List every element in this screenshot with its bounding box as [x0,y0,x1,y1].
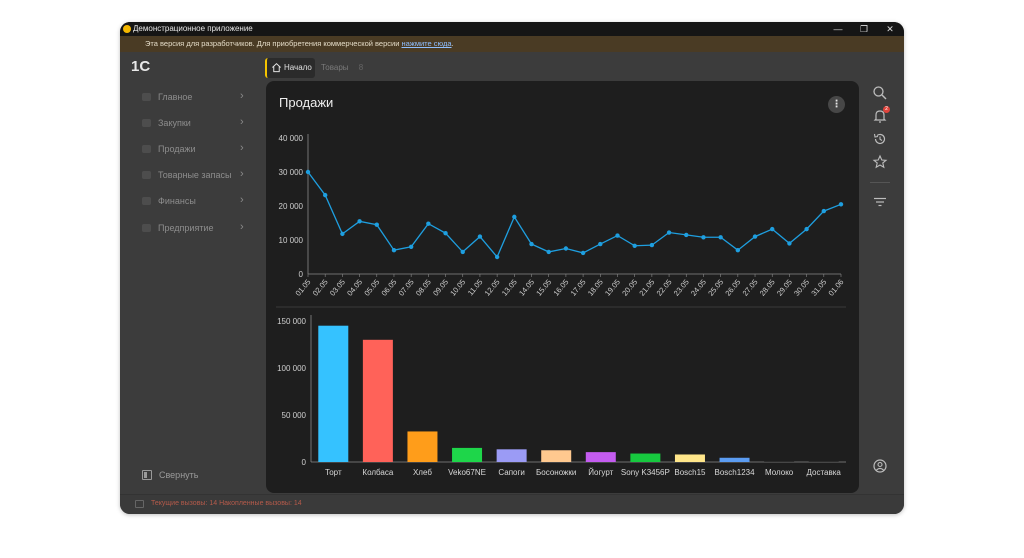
chevron-right-icon: › [240,116,244,128]
sidebar-item-label: Предприятие [158,223,214,233]
x-tick-label: Доставка [807,468,842,477]
sidebar-item-finance[interactable]: Финансы › [142,193,252,209]
tab-goods-label: Товары [321,63,349,72]
x-tick-label: Босоножки [536,468,576,477]
sidebar-item-main[interactable]: Главное › [142,89,252,105]
bar [630,453,661,462]
section-icon [142,145,151,153]
sidebar-item-label: Закупки [158,118,191,128]
sidebar-item-label: Главное [158,92,193,102]
x-tick-label: Хлеб [413,468,432,477]
x-tick-label: Veko67NE [448,468,486,477]
sidebar-item-sales[interactable]: Продажи › [142,141,252,157]
sidebar-item-enterprise[interactable]: Предприятие › [142,220,252,236]
tab-goods[interactable]: Товары 8 [320,58,363,78]
bar [362,339,393,462]
minimize-button[interactable]: — [826,22,850,36]
sidebar-item-inventory[interactable]: Товарные запасы › [142,167,252,183]
y-tick-label: 100 000 [277,364,306,373]
status-text: Текущие вызовы: 14 Накопленные вызовы: 1… [151,500,302,507]
app-window: Демонстрационное приложение — ❐ ✕ Эта ве… [120,22,904,514]
user-icon[interactable] [872,458,888,474]
logo-text: 1С [131,58,150,74]
sales-panel: Продажи ⋮ 40 000 30 000 20 000 10 000 0 01.05… [266,81,859,493]
bar [764,461,795,462]
collapse-label: Свернуть [159,470,199,480]
toolbar-divider [870,182,890,183]
chevron-right-icon: › [240,142,244,154]
section-icon [142,224,151,232]
section-icon [142,197,151,205]
x-tick-label: Bosch1234 [715,468,756,477]
close-button[interactable]: ✕ [878,22,902,36]
bar [452,447,483,462]
notification-badge: 2 [883,106,890,113]
section-icon [142,119,151,127]
star-icon[interactable] [872,154,888,170]
developer-notice-text: Эта версия для разработчиков. Для приобр… [145,39,402,48]
y-tick-label: 150 000 [277,317,306,326]
sales-bar-chart: 150 000 100 000 50 000 0 Торт Колбаса Хлеб Veko… [277,315,846,477]
chevron-right-icon: › [240,90,244,102]
bar [585,452,616,462]
sidebar-item-label: Продажи [158,144,196,154]
x-tick-label: Bosch15 [674,468,706,477]
x-tick-label: Йогурт [588,468,613,477]
1c-logo: 1С [131,58,150,74]
bar [496,449,527,462]
app-logo-icon [123,25,131,33]
developer-notice: Эта версия для разработчиков. Для приобр… [145,39,454,49]
chevron-right-icon: › [240,221,244,233]
bar [674,454,705,462]
home-icon [272,62,281,73]
tab-home-label: Начало [284,63,312,72]
title-bar: Демонстрационное приложение — ❐ ✕ [120,22,904,36]
bar [541,450,572,462]
section-icon [142,93,151,101]
restore-button[interactable]: ❐ [852,22,876,36]
filter-icon[interactable] [872,194,888,210]
developer-notice-suffix: . [451,39,454,48]
sidebar-item-purchases[interactable]: Закупки › [142,115,252,131]
window-title: Демонстрационное приложение [133,24,253,33]
chevron-right-icon: › [240,194,244,206]
x-tick-label: Сапоги [498,468,524,477]
bar [318,325,349,462]
status-bar: Текущие вызовы: 14 Накопленные вызовы: 1… [120,494,904,514]
x-tick-label: Торт [325,468,342,477]
chevron-right-icon: › [240,168,244,180]
section-icon [142,171,151,179]
search-icon[interactable] [872,85,888,101]
sidebar-item-label: Финансы [158,196,196,206]
history-icon[interactable] [872,131,888,147]
sidebar-item-label: Товарные запасы [158,170,232,180]
y-tick-label: 0 [302,458,307,467]
developer-notice-bar: Эта версия для разработчиков. Для приобр… [120,36,904,52]
sidebar-toggle-icon [142,470,152,480]
bar [808,461,839,462]
x-tick-label: Sony K3456P [621,468,670,477]
y-tick-label: 50 000 [282,411,307,420]
x-tick-label: Молоко [765,468,794,477]
calls-icon [135,500,144,508]
collapse-sidebar-button[interactable]: Свернуть [142,468,242,482]
bar [407,431,438,462]
bar [719,457,750,462]
tab-home[interactable]: Начало [265,58,315,78]
purchase-link[interactable]: нажмите сюда [401,39,451,48]
x-tick-label: Колбаса [362,468,393,477]
tab-goods-count: 8 [358,63,364,72]
